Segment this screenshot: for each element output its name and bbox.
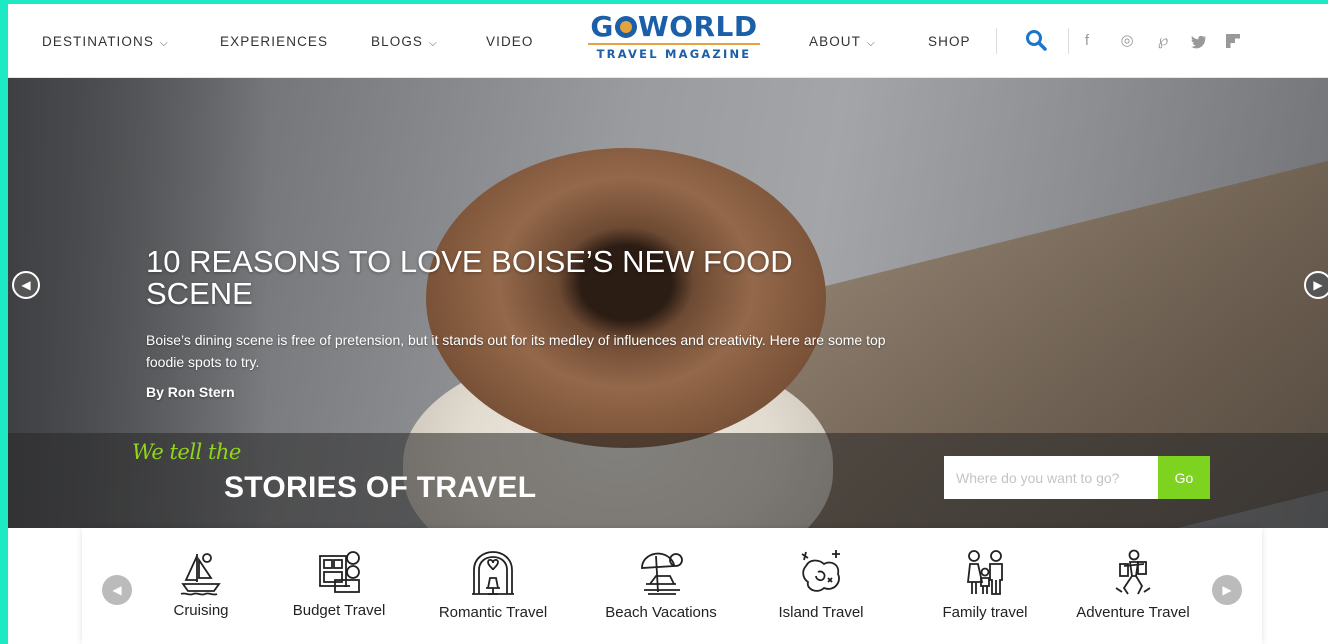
pinterest-icon[interactable]: ℘	[1152, 28, 1174, 54]
category-beach-vacations[interactable]: Beach Vacations	[586, 548, 736, 621]
nav-destinations[interactable]: DESTINATIONS ⌵	[42, 34, 169, 49]
category-next-arrow[interactable]: ▶	[1212, 575, 1242, 605]
category-romantic-travel[interactable]: Romantic Travel	[418, 548, 568, 621]
nav-video[interactable]: VIDEO	[486, 34, 534, 49]
chevron-down-icon: ⌵	[159, 38, 169, 49]
instagram-icon[interactable]: ◎	[1116, 28, 1138, 54]
tagline-main: STORIES OF TRAVEL	[224, 471, 537, 504]
hero-slider: ◀ ▶ 10 REASONS TO LOVE BOISE’S NEW FOOD …	[8, 78, 1328, 528]
nav-divider	[996, 28, 997, 54]
category-island-travel[interactable]: Island Travel	[746, 548, 896, 621]
search-icon[interactable]	[1024, 28, 1048, 54]
globe-icon	[614, 16, 637, 38]
category-budget-travel[interactable]: Budget Travel	[264, 548, 414, 619]
nav-divider	[1068, 28, 1069, 54]
sailboat-icon	[180, 553, 221, 596]
destination-search-input[interactable]	[944, 456, 1158, 499]
hero-next-arrow[interactable]: ▶	[1304, 271, 1328, 299]
chevron-down-icon: ⌵	[867, 38, 876, 49]
tagline-script: We tell the	[132, 440, 241, 464]
nav-shop[interactable]: SHOP	[928, 34, 971, 49]
hero-title[interactable]: 10 REASONS TO LOVE BOISE’S NEW FOOD SCEN…	[146, 246, 866, 310]
logo-underline	[588, 43, 760, 45]
page-frame: DESTINATIONS ⌵ EXPERIENCES BLOGS ⌵ VIDEO G…	[8, 4, 1328, 644]
flipboard-icon[interactable]	[1222, 28, 1244, 54]
hero-author: By Ron Stern	[146, 384, 235, 400]
nav-blogs[interactable]: BLOGS ⌵	[371, 34, 438, 49]
nav-experiences[interactable]: EXPERIENCES	[220, 34, 328, 49]
facebook-icon[interactable]: f	[1076, 28, 1098, 54]
nav-about[interactable]: ABOUT ⌵	[809, 34, 876, 49]
category-cruising[interactable]: Cruising	[126, 548, 276, 619]
category-carousel: ◀ ▶ Cruising Budget Travel Romantic Trav…	[82, 528, 1262, 644]
top-navigation: DESTINATIONS ⌵ EXPERIENCES BLOGS ⌵ VIDEO G…	[8, 4, 1328, 78]
go-button[interactable]: Go	[1158, 456, 1210, 499]
wallet-icon	[319, 551, 360, 593]
adventure-icon	[1115, 549, 1151, 595]
hero-description: Boise’s dining scene is free of pretensi…	[146, 332, 886, 370]
site-logo[interactable]: G WORLD TRAVEL MAGAZINE	[582, 12, 766, 70]
beach-chair-icon	[641, 552, 683, 595]
category-adventure-travel[interactable]: Adventure Travel	[1058, 548, 1208, 621]
chevron-down-icon: ⌵	[429, 38, 438, 49]
twitter-icon[interactable]	[1188, 28, 1210, 54]
arch-icon	[472, 551, 514, 595]
island-map-icon	[801, 550, 840, 592]
category-family-travel[interactable]: Family travel	[910, 548, 1060, 621]
hero-prev-arrow[interactable]: ◀	[12, 271, 40, 299]
family-icon	[966, 550, 1003, 595]
